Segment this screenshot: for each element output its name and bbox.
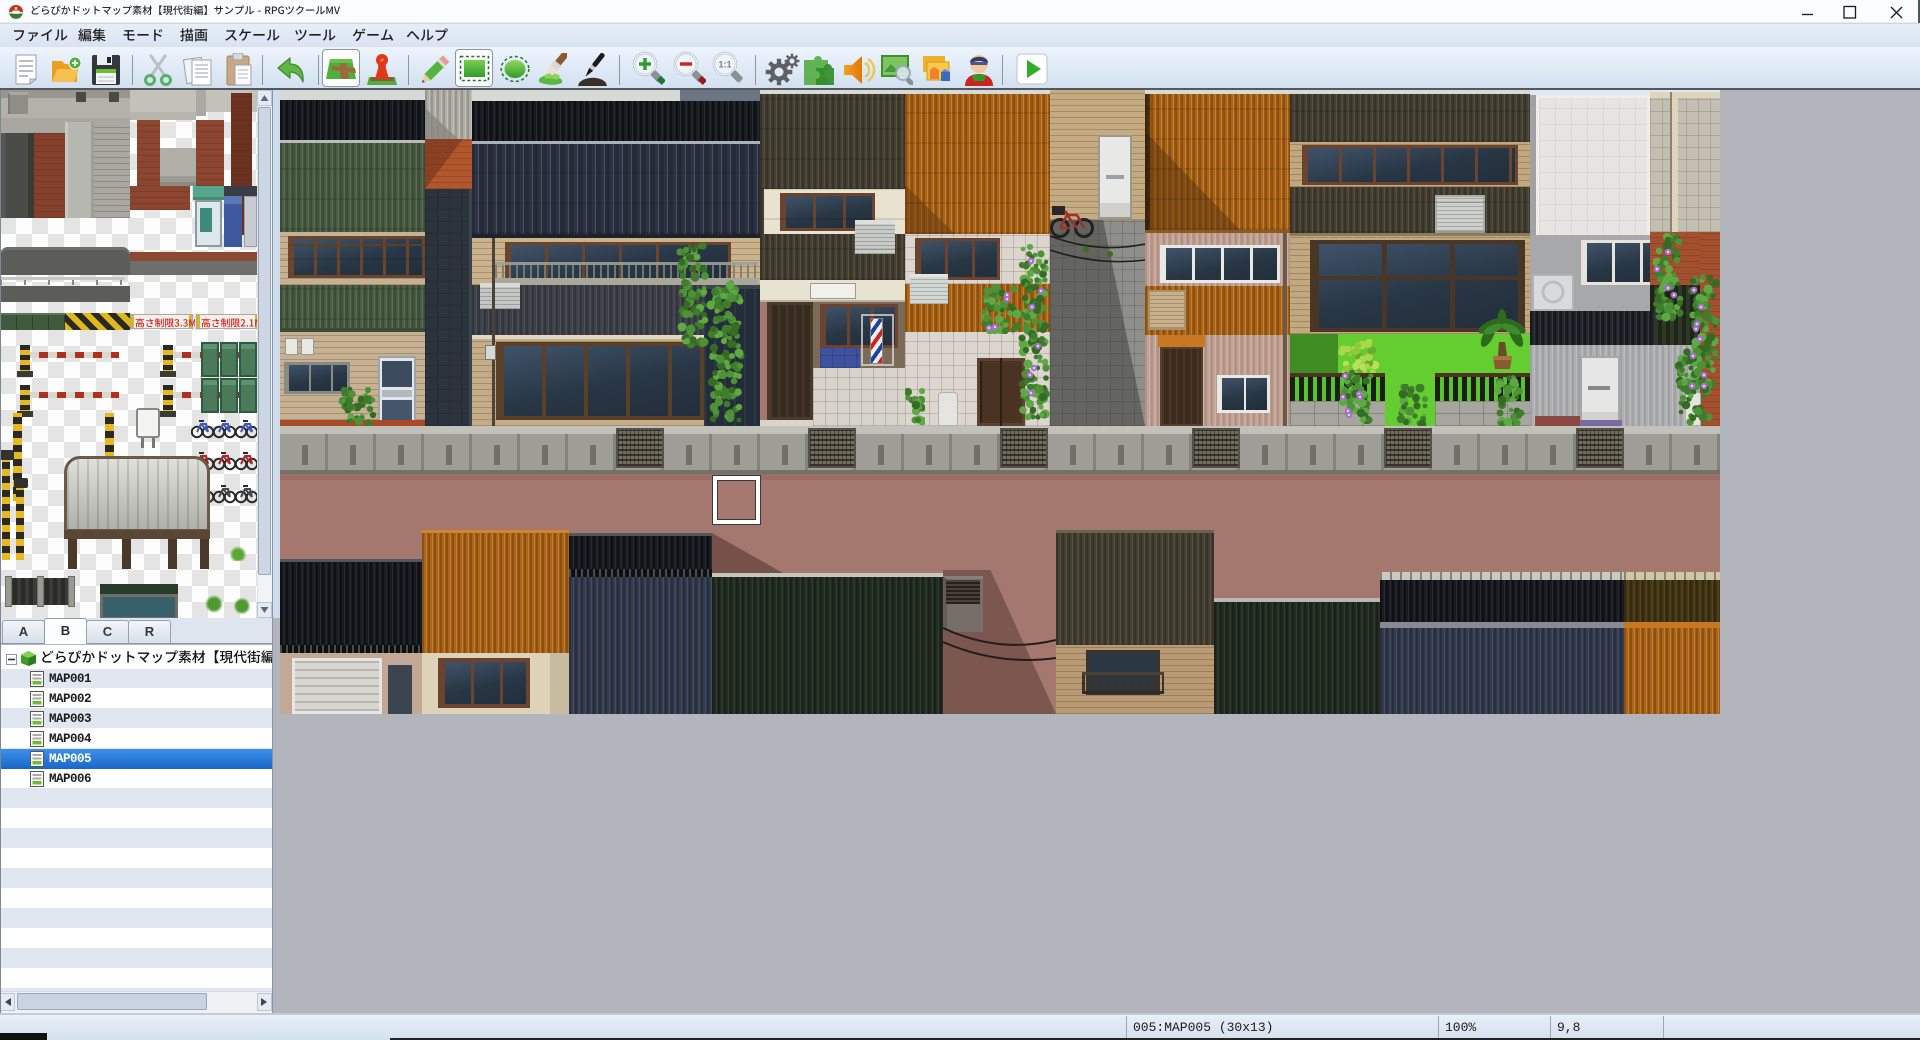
svg-text:1:1: 1:1	[718, 60, 731, 70]
